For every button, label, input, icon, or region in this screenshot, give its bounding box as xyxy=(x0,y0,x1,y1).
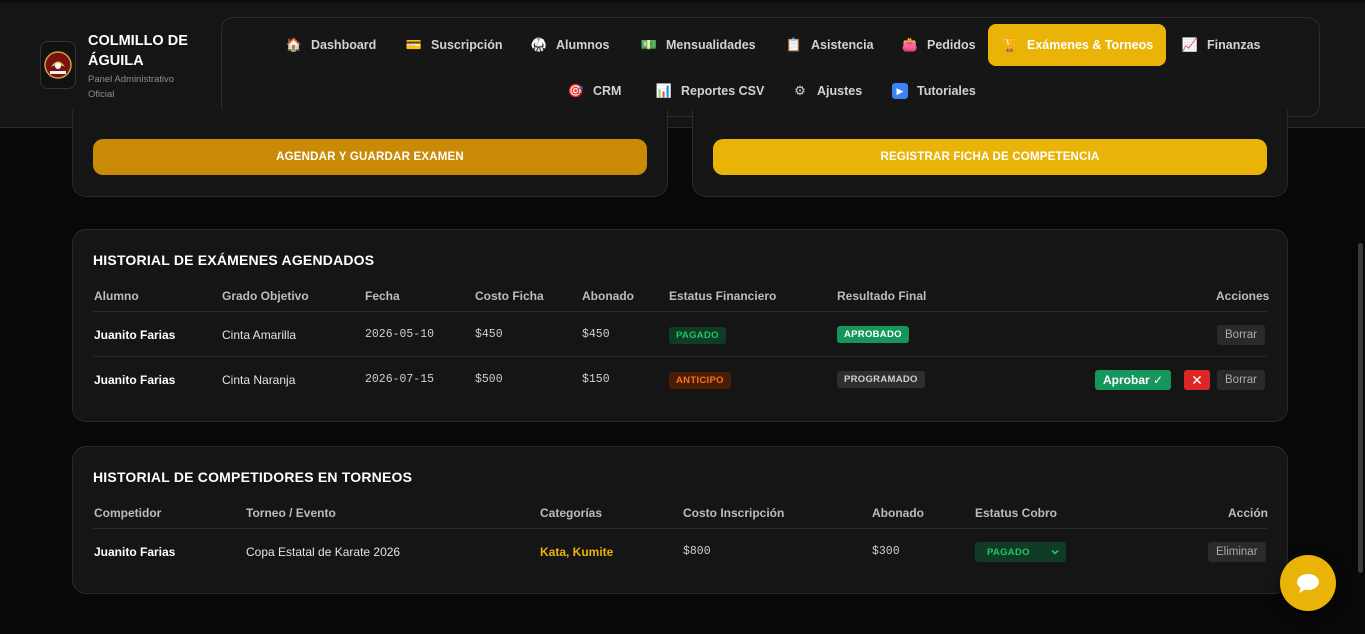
col-resultado: Resultado Final xyxy=(837,289,927,303)
divider xyxy=(93,356,1267,357)
col-abonado: Abonado xyxy=(872,506,924,520)
col-competidor: Competidor xyxy=(94,506,162,520)
delete-button[interactable]: Borrar xyxy=(1217,325,1265,345)
brand: COLMILLO DE ÁGUILA Panel Administrativo … xyxy=(40,31,198,102)
exam-form-card: AGENDAR Y GUARDAR EXAMEN xyxy=(72,110,668,197)
nav-ajustes[interactable]: ⚙ Ajustes xyxy=(778,70,876,112)
bag-icon: 👛 xyxy=(901,37,919,52)
chart-icon: 📈 xyxy=(1181,37,1199,52)
col-alumno: Alumno xyxy=(94,289,139,303)
nav-reportes-csv[interactable]: 📊 Reportes CSV xyxy=(642,70,778,112)
nav-asistencia[interactable]: 📋 Asistencia xyxy=(772,24,888,66)
exams-history-card: HISTORIAL DE EXÁMENES AGENDADOS Alumno G… xyxy=(72,229,1288,422)
schedule-exam-button[interactable]: AGENDAR Y GUARDAR EXAMEN xyxy=(93,139,647,175)
target-icon: 🎯 xyxy=(567,83,585,98)
house-icon: 🏠 xyxy=(285,37,303,52)
competition-form-card: REGISTRAR FICHA DE COMPETENCIA xyxy=(692,110,1288,197)
col-estatus-cobro: Estatus Cobro xyxy=(975,506,1058,520)
col-torneo: Torneo / Evento xyxy=(246,506,336,520)
categories-text: Kata, Kumite xyxy=(540,545,614,559)
col-grado: Grado Objetivo xyxy=(222,289,309,303)
delete-button[interactable]: Borrar xyxy=(1217,370,1265,390)
result-badge: PROGRAMADO xyxy=(837,371,925,388)
chat-bubble-icon xyxy=(1295,572,1321,594)
tournaments-history-title: HISTORIAL DE COMPETIDORES EN TORNEOS xyxy=(93,469,413,485)
nav-mensualidades[interactable]: 💵 Mensualidades xyxy=(627,24,770,66)
main-nav: 🏠 Dashboard 💳 Suscripción 🥋 Alumnos 💵 Mensua… xyxy=(221,17,1320,117)
eagle-logo-icon xyxy=(44,51,72,79)
col-costo-inscripcion: Costo Inscripción xyxy=(683,506,785,520)
nav-crm[interactable]: 🎯 CRM xyxy=(554,70,635,112)
col-costo: Costo Ficha xyxy=(475,289,544,303)
nav-pedidos[interactable]: 👛 Pedidos xyxy=(888,24,990,66)
status-badge: PAGADO xyxy=(669,327,726,344)
nav-finanzas[interactable]: 📈 Finanzas xyxy=(1168,24,1275,66)
delete-competitor-button[interactable]: Eliminar xyxy=(1208,542,1266,562)
reject-button[interactable]: ✕ xyxy=(1184,370,1210,390)
clipboard-icon: 📋 xyxy=(785,37,803,52)
gi-icon: 🥋 xyxy=(530,37,548,52)
gear-icon: ⚙ xyxy=(794,83,806,98)
chevron-down-icon xyxy=(1050,547,1060,557)
status-badge: ANTICIPO xyxy=(669,372,731,389)
brand-title: COLMILLO DE ÁGUILA xyxy=(88,33,188,69)
divider xyxy=(93,528,1267,529)
bar-chart-icon: 📊 xyxy=(655,83,673,98)
brand-subtitle: Panel Administrativo Oficial xyxy=(88,74,175,100)
nav-tutoriales[interactable]: ▶ Tutoriales xyxy=(878,70,990,112)
approve-button[interactable]: Aprobar ✓ xyxy=(1095,370,1172,390)
col-abonado: Abonado xyxy=(582,289,634,303)
nav-alumnos[interactable]: 🥋 Alumnos xyxy=(517,24,623,66)
col-accion: Acción xyxy=(1228,506,1269,520)
payment-status-select[interactable]: PAGADO xyxy=(975,542,1066,562)
nav-suscripcion[interactable]: 💳 Suscripción xyxy=(392,24,517,66)
divider xyxy=(93,311,1267,312)
register-competition-button[interactable]: REGISTRAR FICHA DE COMPETENCIA xyxy=(713,139,1267,175)
nav-dashboard[interactable]: 🏠 Dashboard xyxy=(272,24,390,66)
logo xyxy=(40,41,76,89)
card-icon: 💳 xyxy=(405,37,423,52)
col-fecha: Fecha xyxy=(365,289,400,303)
top-header: COLMILLO DE ÁGUILA Panel Administrativo … xyxy=(0,0,1365,128)
scrollbar[interactable] xyxy=(1358,243,1363,573)
exams-history-title: HISTORIAL DE EXÁMENES AGENDADOS xyxy=(93,252,375,268)
col-categorias: Categorías xyxy=(540,506,603,520)
play-icon: ▶ xyxy=(892,83,908,99)
nav-examenes-torneos[interactable]: 🏆 Exámenes & Torneos xyxy=(988,24,1166,66)
trophy-icon: 🏆 xyxy=(1001,37,1019,52)
tournaments-history-card: HISTORIAL DE COMPETIDORES EN TORNEOS Com… xyxy=(72,446,1288,594)
money-icon: 💵 xyxy=(640,37,658,52)
chat-button[interactable] xyxy=(1280,555,1336,611)
col-acciones: Acciones xyxy=(1216,289,1270,303)
result-badge: APROBADO xyxy=(837,326,909,343)
col-estatus: Estatus Financiero xyxy=(669,289,777,303)
